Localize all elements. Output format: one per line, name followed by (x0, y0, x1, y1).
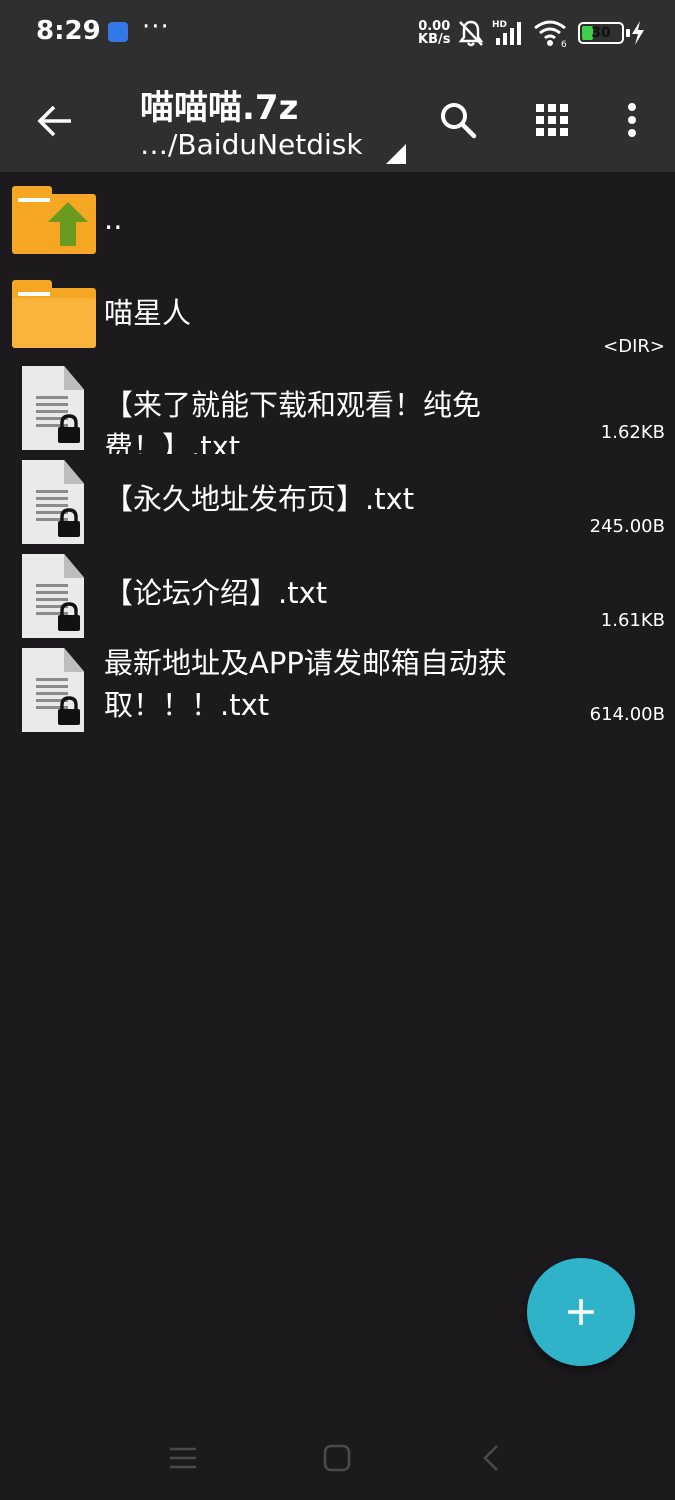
plus-icon (568, 1299, 594, 1325)
signal-hd-label: HD (492, 20, 507, 30)
arrow-left-icon (37, 105, 71, 137)
search-button[interactable] (430, 92, 486, 148)
bell-off-icon (458, 20, 484, 47)
battery-icon: 30 (578, 22, 624, 44)
system-nav-bar (0, 1410, 675, 1500)
charging-bolt-icon (632, 21, 644, 45)
locked-text-file-icon (22, 366, 84, 450)
net-speed: 0.00 KB/s (418, 20, 450, 46)
folder-up-icon (12, 186, 96, 256)
more-options-button[interactable] (604, 92, 660, 148)
list-item-file[interactable]: 【永久地址发布页】.txt 245.00B (0, 454, 675, 548)
file-name: 【论坛介绍】.txt (104, 576, 328, 610)
locked-text-file-icon (22, 554, 84, 638)
status-time: 8:29 (36, 16, 101, 46)
list-item-folder[interactable]: 喵星人 <DIR> (0, 266, 675, 360)
folder-icon (12, 280, 96, 350)
status-overflow-dots: ··· (142, 12, 170, 42)
wifi-label: 6 (561, 40, 567, 48)
search-icon (441, 103, 477, 139)
square-home-icon (323, 1444, 351, 1472)
status-bar: 8:29 ··· 0.00 KB/s HD 6 30 (0, 0, 675, 66)
nav-menu-button[interactable] (163, 1438, 203, 1478)
path-selector[interactable]: …/BaiduNetdisk (140, 128, 363, 161)
locked-text-file-icon (22, 460, 84, 544)
file-name: 喵星人 (104, 296, 192, 330)
signal-icon: HD (492, 20, 521, 45)
app-notification-icon (108, 22, 128, 42)
more-vert-icon (628, 103, 636, 137)
file-size: <DIR> (603, 336, 665, 357)
file-size: 614.00B (589, 704, 665, 725)
chevron-left-icon (483, 1445, 498, 1471)
add-fab-button[interactable] (527, 1258, 635, 1366)
grid-icon (536, 104, 568, 136)
list-item-file[interactable]: 【论坛介绍】.txt 1.61KB (0, 548, 675, 642)
nav-home-button[interactable] (317, 1438, 357, 1478)
file-list: .. 喵星人 <DIR> 【来了就能下载和观看！纯免费！】.txt 1.62KB… (0, 172, 675, 736)
grid-view-button[interactable] (524, 92, 580, 148)
battery-level: 30 (591, 25, 611, 41)
toolbar: 喵喵喵.7z …/BaiduNetdisk (0, 66, 675, 172)
archive-title: 喵喵喵.7z (140, 88, 299, 128)
menu-lines-icon (170, 1447, 196, 1469)
wifi-icon: 6 (534, 20, 567, 48)
list-item-parent-folder[interactable]: .. (0, 172, 675, 266)
file-name: 【永久地址发布页】.txt (104, 482, 415, 516)
list-item-file[interactable]: 最新地址及APP请发邮箱自动获取！！！.txt 614.00B (0, 642, 675, 736)
file-name: .. (104, 202, 123, 236)
screen: 8:29 ··· 0.00 KB/s HD 6 30 喵喵喵.7z …/Baid… (0, 0, 675, 1500)
file-name: 最新地址及APP请发邮箱自动获取！！！.txt (104, 646, 507, 722)
file-size: 1.62KB (600, 422, 665, 443)
back-button[interactable] (28, 94, 82, 148)
file-size: 245.00B (589, 516, 665, 537)
file-size: 1.61KB (600, 610, 665, 631)
dropdown-triangle-icon[interactable] (386, 144, 406, 164)
list-item-file[interactable]: 【来了就能下载和观看！纯免费！】.txt 1.62KB (0, 360, 675, 464)
nav-back-button[interactable] (471, 1438, 511, 1478)
net-speed-unit: KB/s (418, 32, 451, 47)
locked-text-file-icon (22, 648, 84, 732)
